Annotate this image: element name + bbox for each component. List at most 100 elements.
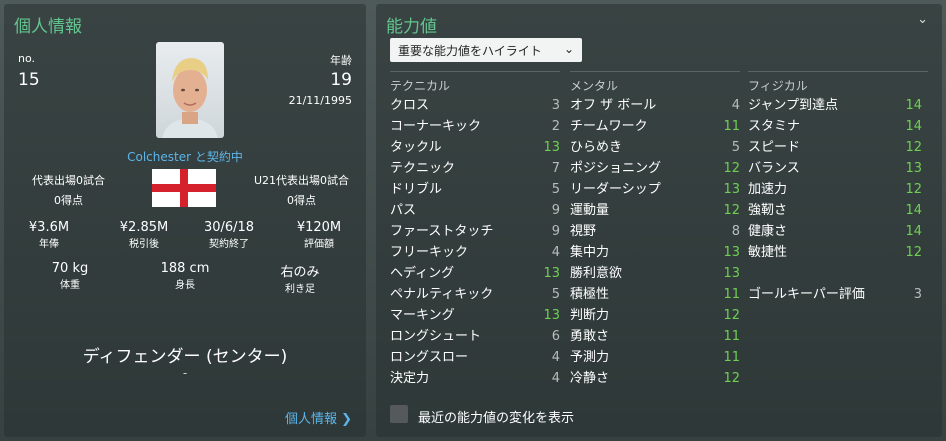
attribute-value: 11 [723, 350, 740, 365]
attribute-value: 12 [905, 182, 922, 197]
attribute-name: 視野 [570, 224, 597, 239]
personal-info-link[interactable]: 個人情報 ❯ [285, 408, 352, 427]
physical-header: フィジカル [748, 79, 808, 93]
attribute-value: 4 [551, 371, 560, 386]
attribute-row[interactable]: 冷静さ 12 [570, 368, 740, 389]
attribute-row[interactable]: クロス 3 [390, 95, 560, 116]
stat-value: ¥2.85M [119, 220, 169, 235]
stat-value: 70 kg [51, 261, 89, 276]
attribute-name: 決定力 [390, 371, 430, 386]
attribute-value: 8 [731, 224, 740, 239]
attribute-value: 6 [551, 329, 560, 344]
attribute-name: オフ ザ ボール [570, 98, 657, 113]
attribute-row[interactable]: テクニック 7 [390, 158, 560, 179]
contract-club[interactable]: Colchester と契約中 [4, 148, 366, 165]
attribute-row[interactable]: ポジショニング 12 [570, 158, 740, 179]
attribute-row[interactable]: チームワーク 11 [570, 116, 740, 137]
stat-value: 30/6/18 [203, 220, 255, 235]
attribute-name: パス [390, 203, 417, 218]
attribute-row[interactable]: 積極性 11 [570, 284, 740, 305]
attribute-row[interactable]: 判断力 12 [570, 305, 740, 326]
attribute-value: 11 [723, 287, 740, 302]
stat-label: 税引後 [129, 239, 159, 250]
attribute-value: 12 [723, 308, 740, 323]
attribute-value: 13 [723, 182, 740, 197]
attribute-row[interactable]: オフ ザ ボール 4 [570, 95, 740, 116]
attribute-name: 判断力 [570, 308, 610, 323]
attribute-name: コーナーキック [390, 119, 482, 134]
attribute-value: 14 [905, 224, 922, 239]
attribute-name: クロス [390, 98, 430, 113]
attribute-value: 12 [905, 140, 922, 155]
attribute-row[interactable]: 敏捷性 12 [748, 242, 922, 263]
attribute-value: 12 [905, 245, 922, 260]
stat-label: 契約終了 [209, 239, 249, 250]
attribute-value: 14 [905, 203, 922, 218]
number-label: no. [18, 52, 36, 65]
attribute-row[interactable]: 健康さ 14 [748, 221, 922, 242]
attribute-row[interactable]: スピード 12 [748, 137, 922, 158]
attribute-name: 勇敢さ [570, 329, 610, 344]
attributes-title: 能力値 [386, 17, 437, 37]
stat-value: 188 cm [160, 261, 210, 276]
u21-goals: 0得点 [287, 194, 316, 207]
attribute-row[interactable]: スタミナ 14 [748, 116, 922, 137]
collapse-chevron-icon[interactable]: ⌄ [917, 12, 928, 27]
attribute-row[interactable]: 強靭さ 14 [748, 200, 922, 221]
physical-attribute-list: ジャンプ到達点 14 スタミナ 14 スピード 12 バランス 13 加速力 12 強靭さ 14 健康さ… [748, 95, 922, 305]
attribute-row[interactable]: ゴールキーパー評価 3 [748, 284, 922, 305]
attribute-row[interactable]: ファーストタッチ 9 [390, 221, 560, 242]
chevron-down-icon: ⌄ [563, 42, 574, 56]
attribute-row[interactable]: ロングスロー 4 [390, 347, 560, 368]
attribute-row[interactable]: ペナルティキック 5 [390, 284, 560, 305]
stat-wage: ¥3.6M 年俸 [24, 220, 74, 250]
attribute-name: 予測力 [570, 350, 610, 365]
stat-value-worth: ¥120M 評価額 [284, 220, 354, 250]
attribute-row[interactable]: 決定力 4 [390, 368, 560, 389]
attribute-row[interactable]: バランス 13 [748, 158, 922, 179]
highlight-dropdown-label: 重要な能力値をハイライト [398, 44, 542, 58]
attribute-row[interactable]: ジャンプ到達点 14 [748, 95, 922, 116]
technical-attribute-list: クロス 3 コーナーキック 2 タックル 13 テクニック 7 ドリブル 5 パス 9 ファーストタッチ… [390, 95, 560, 389]
stat-label: 年俸 [39, 239, 59, 250]
show-changes-checkbox[interactable] [390, 405, 408, 423]
attribute-row[interactable]: 集中力 13 [570, 242, 740, 263]
attribute-row[interactable]: コーナーキック 2 [390, 116, 560, 137]
attribute-value: 12 [723, 203, 740, 218]
attribute-row[interactable]: マーキング 13 [390, 305, 560, 326]
attribute-row[interactable]: ロングシュート 6 [390, 326, 560, 347]
u21-caps: U21代表出場0試合 [254, 174, 350, 187]
attribute-row[interactable]: 視野 8 [570, 221, 740, 242]
attribute-row[interactable]: フリーキック 4 [390, 242, 560, 263]
personal-info-panel: 個人情報 no. 15 年齢 19 21/11/1995 Colchester … [4, 4, 366, 437]
stat-label: 体重 [60, 280, 80, 291]
date-of-birth: 21/11/1995 [288, 94, 352, 107]
physical-weight: 70 kg 体重 [40, 261, 100, 291]
attribute-name: チームワーク [570, 119, 648, 134]
player-position: ディフェンダー (センター) [82, 347, 288, 367]
attribute-row[interactable] [748, 263, 922, 284]
technical-header: テクニカル [390, 79, 451, 93]
number-value: 15 [18, 70, 40, 90]
attribute-row[interactable]: ヘディング 13 [390, 263, 560, 284]
player-photo [156, 42, 224, 138]
attribute-row[interactable]: リーダーシップ 13 [570, 179, 740, 200]
attribute-value: 13 [543, 140, 560, 155]
attribute-row[interactable]: 加速力 12 [748, 179, 922, 200]
attribute-row[interactable]: ひらめき 5 [570, 137, 740, 158]
attribute-name: 勝利意欲 [570, 266, 623, 281]
sub-position: - [182, 366, 188, 380]
attribute-row[interactable]: 勝利意欲 13 [570, 263, 740, 284]
attribute-row[interactable]: パス 9 [390, 200, 560, 221]
england-flag-icon [152, 169, 216, 207]
attribute-name: ポジショニング [570, 161, 662, 176]
attribute-row[interactable]: ドリブル 5 [390, 179, 560, 200]
attribute-row[interactable]: 予測力 11 [570, 347, 740, 368]
attribute-row[interactable]: 勇敢さ 11 [570, 326, 740, 347]
attribute-value: 14 [905, 98, 922, 113]
attribute-row[interactable]: タックル 13 [390, 137, 560, 158]
highlight-dropdown[interactable]: 重要な能力値をハイライト ⌄ [390, 38, 582, 62]
attribute-value: 13 [543, 308, 560, 323]
attribute-row[interactable]: 運動量 12 [570, 200, 740, 221]
stat-value: ¥120M [296, 220, 342, 235]
